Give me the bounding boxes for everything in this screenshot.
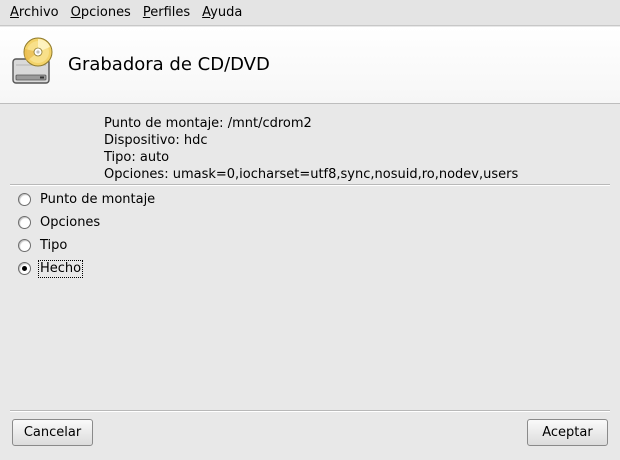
- device-info: Punto de montaje: /mnt/cdrom2 Dispositiv…: [104, 115, 518, 183]
- radio-button-unchecked[interactable]: [18, 239, 31, 252]
- header-banner: Grabadora de CD/DVD: [0, 27, 620, 104]
- radio-button-unchecked[interactable]: [18, 216, 31, 229]
- radio-label: Opciones: [40, 214, 101, 230]
- menu-ayuda[interactable]: Ayuda: [196, 0, 248, 26]
- radio-button-unchecked[interactable]: [18, 193, 31, 206]
- window: Archivo Opciones Perfiles Ayuda Grabador…: [0, 0, 620, 460]
- divider-bottom: [10, 410, 610, 412]
- menu-perfiles-label: erfiles: [150, 4, 191, 20]
- menu-ayuda-label: yuda: [210, 4, 243, 20]
- menu-perfiles[interactable]: Perfiles: [137, 0, 196, 26]
- radio-label: Punto de montaje: [40, 191, 156, 207]
- radio-group: Punto de montaje Opciones Tipo Hecho: [18, 188, 156, 280]
- radio-label: Hecho: [37, 259, 84, 278]
- menu-archivo-mnemonic: A: [10, 4, 19, 20]
- menu-archivo[interactable]: Archivo: [4, 0, 65, 26]
- menu-ayuda-mnemonic: A: [202, 4, 211, 20]
- type-text: Tipo: auto: [104, 150, 170, 165]
- device-text: Dispositivo: hdc: [104, 133, 208, 148]
- cd-drive-icon: [12, 37, 53, 84]
- page-title: Grabadora de CD/DVD: [68, 54, 270, 75]
- menu-opciones-mnemonic: O: [70, 4, 81, 20]
- options-text: Opciones: umask=0,iocharset=utf8,sync,no…: [104, 167, 519, 182]
- menu-archivo-label: rchivo: [18, 4, 59, 20]
- radio-button-checked[interactable]: [18, 262, 31, 275]
- radio-tipo[interactable]: Tipo: [18, 234, 156, 257]
- divider-top: [10, 184, 610, 186]
- menu-opciones-label: pciones: [80, 4, 131, 20]
- radio-hecho[interactable]: Hecho: [18, 257, 156, 280]
- radio-label: Tipo: [40, 237, 68, 253]
- radio-punto-de-montaje[interactable]: Punto de montaje: [18, 188, 156, 211]
- accept-button[interactable]: Aceptar: [527, 419, 608, 446]
- mount-point-text: Punto de montaje: /mnt/cdrom2: [104, 116, 312, 131]
- menu-opciones[interactable]: Opciones: [65, 0, 137, 26]
- radio-opciones[interactable]: Opciones: [18, 211, 156, 234]
- cancel-button[interactable]: Cancelar: [12, 419, 93, 446]
- menu-bar: Archivo Opciones Perfiles Ayuda: [0, 0, 620, 26]
